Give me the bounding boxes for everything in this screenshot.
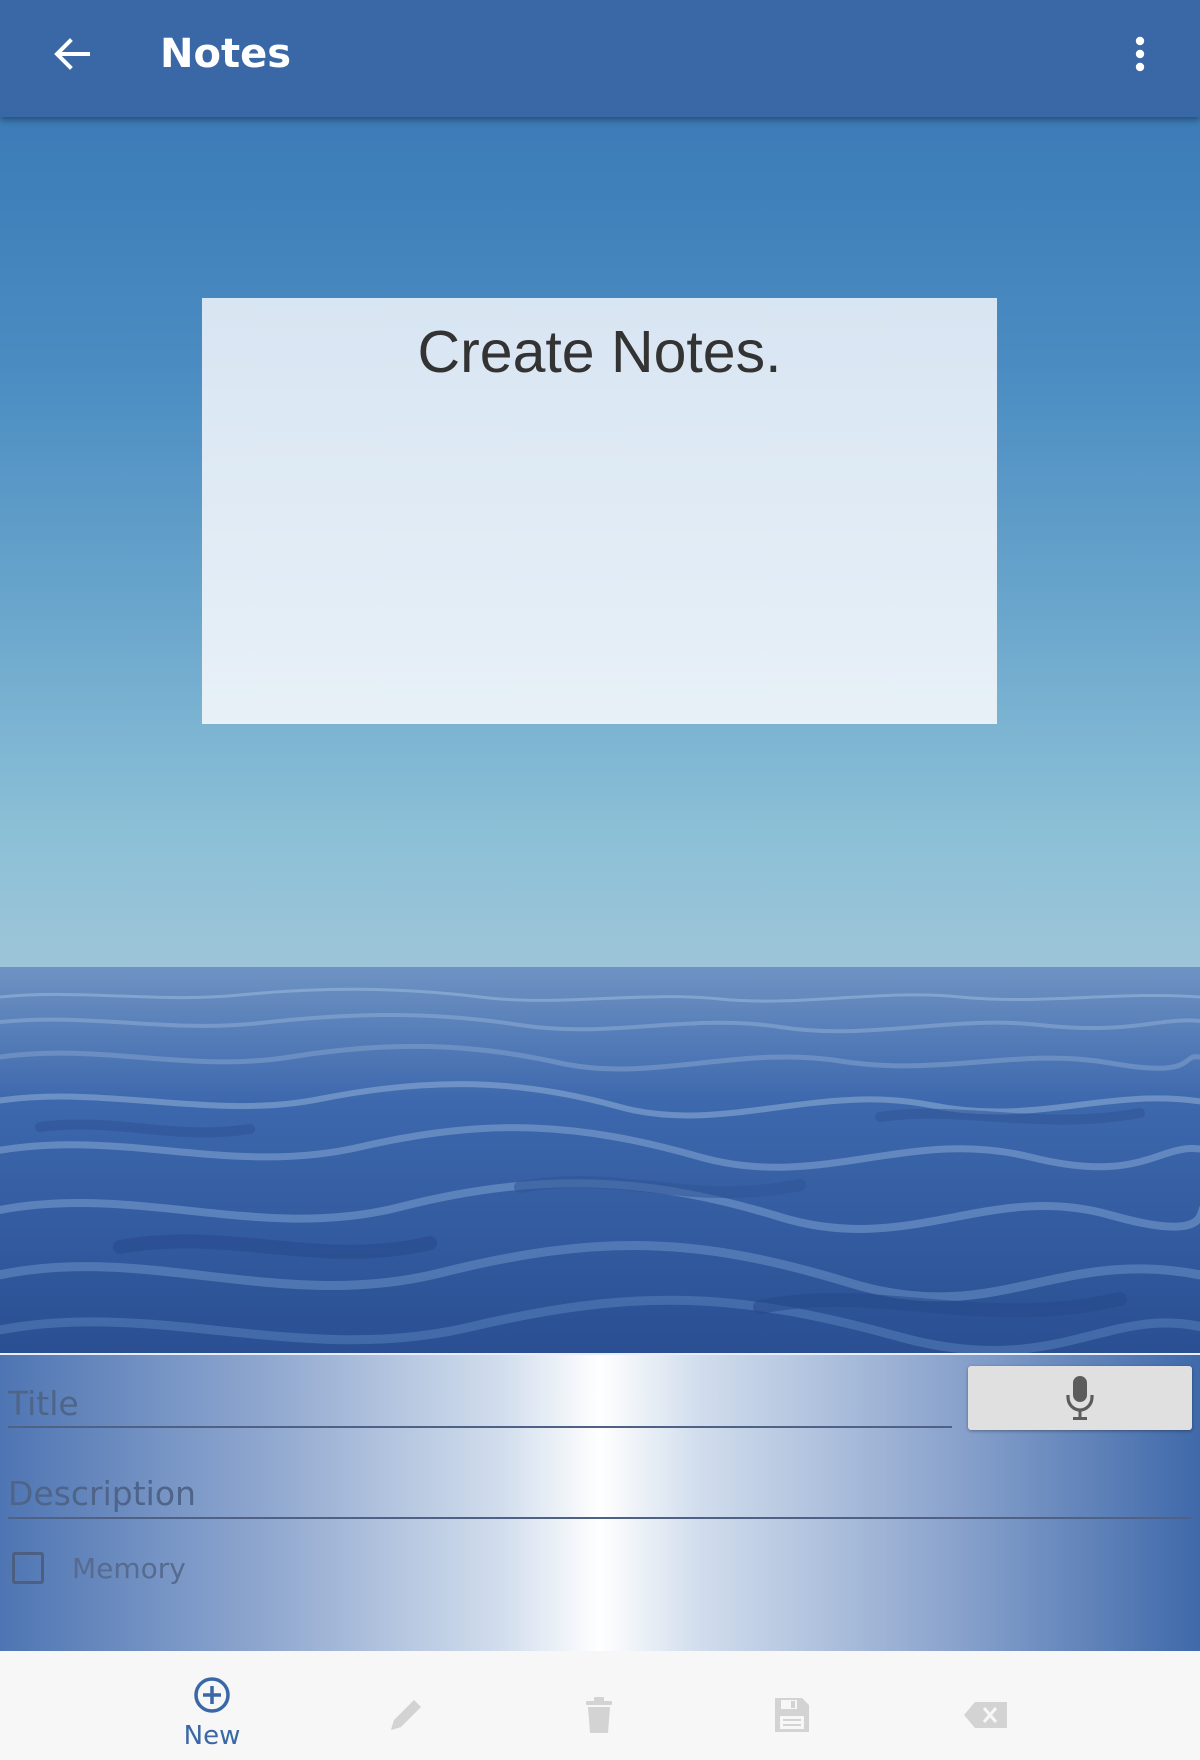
back-button[interactable] [46,28,98,80]
card-title: Create Notes. [417,319,782,385]
backspace-icon [964,1702,1007,1728]
note-card[interactable]: Create Notes. [202,298,997,724]
nav-save-button[interactable] [717,1651,867,1760]
description-input[interactable] [8,1470,1191,1519]
save-icon [775,1698,809,1732]
memory-checkbox-row[interactable]: Memory [12,1550,186,1586]
bottom-navigation: New [0,1651,1200,1760]
pencil-icon [391,1700,421,1730]
page-title: Notes [160,31,292,77]
add-circle-icon [194,1677,230,1713]
microphone-icon [1066,1376,1094,1420]
more-options-button[interactable] [1112,28,1168,80]
more-vertical-icon [1135,36,1145,72]
trash-icon [586,1697,612,1733]
nav-delete-button[interactable] [524,1651,674,1760]
memory-checkbox-label: Memory [72,1551,186,1585]
nav-clear-button[interactable] [911,1651,1061,1760]
memory-checkbox[interactable] [12,1552,44,1584]
nav-edit-button[interactable] [331,1651,481,1760]
nav-new-label: New [183,1721,241,1751]
voice-input-button[interactable] [968,1366,1192,1430]
app-bar: Notes [0,0,1200,117]
title-input[interactable] [8,1380,952,1428]
nav-new-button[interactable]: New [137,1651,287,1760]
arrow-left-icon [54,38,90,70]
